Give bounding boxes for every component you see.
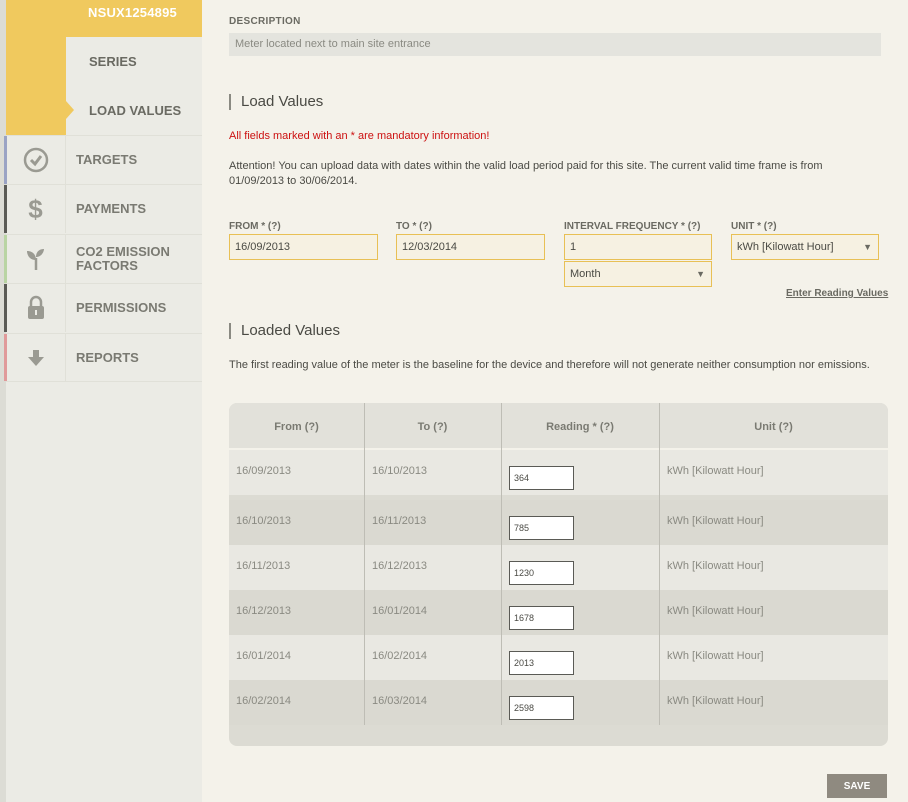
reading-input[interactable]: 785 <box>509 516 574 540</box>
arrow-down-icon <box>27 349 44 366</box>
cell-unit: kWh [Kilowatt Hour] <box>667 695 764 707</box>
cell-to: 16/02/2014 <box>372 650 428 662</box>
sidebar-item-targets[interactable]: TARGETS <box>4 135 202 184</box>
header-reading: Reading * (?) <box>546 420 614 433</box>
cell-from: 16/01/2014 <box>236 650 292 662</box>
description-field[interactable]: Meter located next to main site entrance <box>229 33 881 56</box>
interval-period-select[interactable]: Month ▼ <box>564 261 712 287</box>
loaded-values-table: From (?) To (?) Reading * (?) Unit (?) 1… <box>229 403 888 746</box>
cell-to: 16/12/2013 <box>372 560 428 572</box>
meter-id: NSUX1254895 <box>88 5 177 20</box>
from-label: FROM * (?) <box>229 221 281 232</box>
table-row: 16/10/2013 16/11/2013 785 kWh [Kilowatt … <box>229 500 888 545</box>
cell-from: 16/11/2013 <box>236 560 291 572</box>
dollar-icon: $ <box>28 193 43 224</box>
cell-to: 16/11/2013 <box>372 515 427 527</box>
check-circle-icon <box>23 147 48 173</box>
reading-input[interactable]: 2013 <box>509 651 574 675</box>
interval-label: INTERVAL FREQUENCY * (?) <box>564 221 701 232</box>
sidebar-item-label: PERMISSIONS <box>76 300 167 315</box>
reading-input[interactable]: 364 <box>509 466 574 490</box>
cell-unit: kWh [Kilowatt Hour] <box>667 650 764 662</box>
sidebar-item-series[interactable]: SERIES <box>66 37 202 86</box>
header-from: From (?) <box>274 420 319 433</box>
active-indicator-icon <box>66 101 74 119</box>
cell-from: 16/10/2013 <box>236 515 292 527</box>
sidebar-item-label: REPORTS <box>76 349 139 365</box>
header-to: To (?) <box>417 420 448 433</box>
unit-label: UNIT * (?) <box>731 221 777 232</box>
table-row: 16/01/2014 16/02/2014 2013 kWh [Kilowatt… <box>229 635 888 680</box>
table-row: 16/02/2014 16/03/2014 2598 kWh [Kilowatt… <box>229 680 888 725</box>
from-date-input[interactable]: 16/09/2013 <box>229 234 378 260</box>
column-divider <box>501 403 502 725</box>
sidebar-item-label: LOAD VALUES <box>89 103 182 118</box>
table-row: 16/12/2013 16/01/2014 1678 kWh [Kilowatt… <box>229 590 888 635</box>
chevron-down-icon: ▼ <box>863 242 872 252</box>
unit-select[interactable]: kWh [Kilowatt Hour] ▼ <box>731 234 879 260</box>
sidebar: NSUX1254895 SERIES LOAD VALUES TARGETS $… <box>0 0 202 802</box>
table-header: From (?) To (?) Reading * (?) Unit (?) <box>229 403 888 450</box>
cell-unit: kWh [Kilowatt Hour] <box>667 465 764 477</box>
enter-reading-values-link[interactable]: Enter Reading Values <box>786 288 888 299</box>
loaded-values-title: Loaded Values <box>229 323 340 339</box>
column-divider <box>659 403 660 725</box>
reading-input[interactable]: 1230 <box>509 561 574 585</box>
chevron-down-icon: ▼ <box>696 269 705 279</box>
sidebar-item-label: CO2 EMISSION FACTORS <box>76 244 170 273</box>
cell-unit: kWh [Kilowatt Hour] <box>667 560 764 572</box>
mandatory-notice: All fields marked with an * are mandator… <box>229 130 490 142</box>
column-divider <box>364 403 365 725</box>
reading-input[interactable]: 2598 <box>509 696 574 720</box>
description-label: DESCRIPTION <box>229 16 301 27</box>
reading-input[interactable]: 1678 <box>509 606 574 630</box>
load-values-title: Load Values <box>229 94 323 110</box>
header-unit: Unit (?) <box>754 420 793 433</box>
cell-to: 16/10/2013 <box>372 465 428 477</box>
attention-notice: Attention! You can upload data with date… <box>229 160 823 187</box>
cell-to: 16/03/2014 <box>372 695 428 707</box>
cell-from: 16/02/2014 <box>236 695 292 707</box>
sidebar-item-label: TARGETS <box>76 152 138 167</box>
cell-to: 16/01/2014 <box>372 605 428 617</box>
save-button[interactable]: SAVE <box>827 774 887 798</box>
cell-from: 16/12/2013 <box>236 605 292 617</box>
sidebar-item-load-values[interactable]: LOAD VALUES <box>66 86 202 135</box>
interval-input[interactable]: 1 <box>564 234 712 260</box>
unit-value: kWh [Kilowatt Hour] <box>737 241 834 253</box>
table-row: 16/11/2013 16/12/2013 1230 kWh [Kilowatt… <box>229 545 888 590</box>
sidebar-item-payments[interactable]: $ PAYMENTS <box>4 184 202 233</box>
table-row: 16/09/2013 16/10/2013 364 kWh [Kilowatt … <box>229 450 888 495</box>
sidebar-item-label: PAYMENTS <box>76 201 147 216</box>
sidebar-item-permissions[interactable]: PERMISSIONS <box>4 283 202 332</box>
cell-from: 16/09/2013 <box>236 465 292 477</box>
interval-period-value: Month <box>570 268 601 280</box>
sidebar-item-label: SERIES <box>89 54 137 69</box>
sidebar-item-reports[interactable]: REPORTS <box>4 333 202 382</box>
sidebar-item-co2-emission-factors[interactable]: CO2 EMISSION FACTORS <box>4 234 202 283</box>
to-label: TO * (?) <box>396 221 432 232</box>
lock-icon <box>27 295 44 319</box>
to-date-input[interactable]: 12/03/2014 <box>396 234 545 260</box>
baseline-note: The first reading value of the meter is … <box>229 359 870 371</box>
cell-unit: kWh [Kilowatt Hour] <box>667 515 764 527</box>
plant-icon <box>26 249 44 270</box>
cell-unit: kWh [Kilowatt Hour] <box>667 605 764 617</box>
